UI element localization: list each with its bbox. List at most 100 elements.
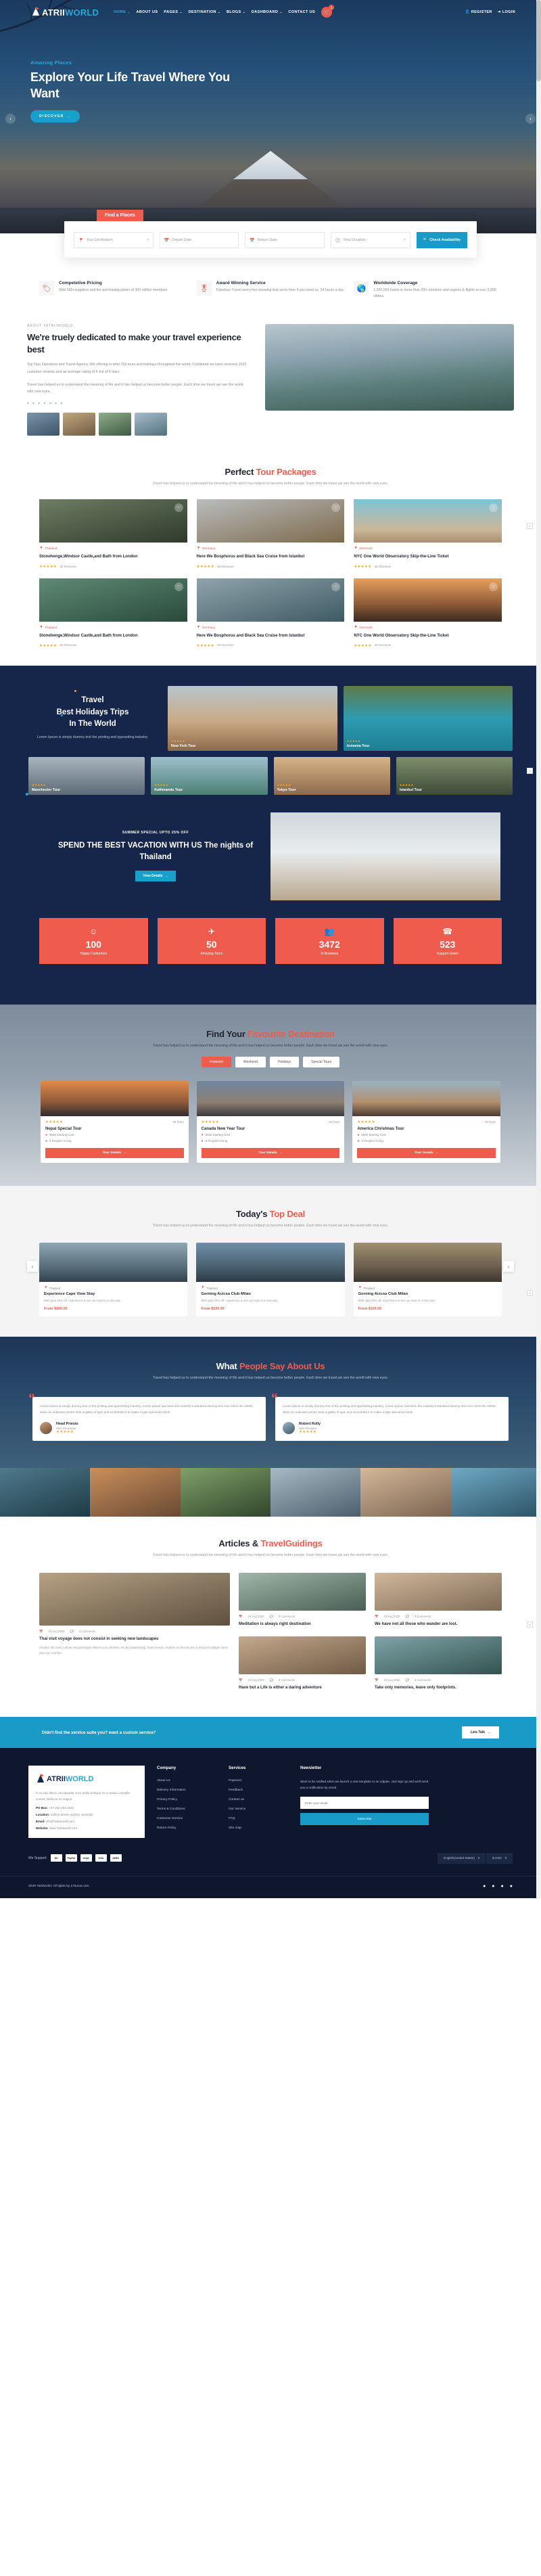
footer-link-site-map[interactable]: Site map: [229, 1826, 288, 1830]
discover-button[interactable]: DISCOVER →: [30, 110, 80, 122]
favourite-card[interactable]: ★★★★★ 06 Days Canada New Year Tour ● 8500 …: [196, 1080, 345, 1163]
side-marker[interactable]: 4: [527, 1622, 533, 1628]
gallery-image[interactable]: [0, 1467, 91, 1517]
blog-post-featured[interactable]: 📅 20 Aug 2020 💬 3 Comments Thai visit voyag…: [39, 1572, 230, 1692]
holiday-card-small[interactable]: ★★★★★ Istanbul Tour: [396, 756, 513, 795]
destination-input[interactable]: 📍 Your Destination ▾: [74, 232, 154, 248]
side-marker[interactable]: 1: [527, 523, 533, 529]
about-thumb[interactable]: [63, 412, 95, 436]
heart-icon[interactable]: ♡: [331, 582, 341, 592]
language-select[interactable]: English(United States) ▾: [438, 1852, 486, 1864]
tab-weekend[interactable]: Weekend: [235, 1056, 266, 1067]
heart-icon[interactable]: ♡: [174, 503, 183, 513]
scrollbar-thumb[interactable]: [536, 0, 541, 81]
cart-icon[interactable]: 🛒 1: [321, 5, 335, 18]
favourite-card[interactable]: ★★★★★ 08 Days Nepal Special Tour ● 8500 St…: [41, 1080, 189, 1163]
blog-post[interactable]: 📅 20 Aug 2020 💬 3 Comments Have but a Life …: [239, 1636, 366, 1691]
gallery-image[interactable]: [270, 1467, 361, 1517]
newsletter-subscribe-button[interactable]: Subscribe: [300, 1813, 429, 1826]
footer-link-customer-service[interactable]: Customer Service: [157, 1817, 216, 1820]
deal-card[interactable]: 📍 Thailand Gorning Acicsa Club Milan With…: [196, 1243, 345, 1316]
package-card[interactable]: ♡ 📍 Germany Here We Bosphorus and Black S…: [196, 578, 345, 648]
blog-post[interactable]: 📅 20 Aug 2020 💬 3 Comments Meditation is al…: [239, 1572, 366, 1628]
gallery-image[interactable]: [450, 1467, 541, 1517]
tour-details-button[interactable]: Tour Details →: [201, 1147, 340, 1158]
footer-link-about-us[interactable]: About Us: [157, 1779, 216, 1782]
tour-details-button[interactable]: Tour Details →: [45, 1147, 184, 1158]
nav-item-dashboard[interactable]: DASHBOARD ⌄: [252, 10, 283, 14]
footer-logo[interactable]: ATRIIWORLD: [36, 1774, 137, 1785]
search-bar: Find a Places 📍 Your Destination ▾ 📅 Depa…: [64, 210, 477, 258]
blog-post[interactable]: 📅 20 Aug 2020 💬 3 Comments We have not all …: [375, 1572, 502, 1628]
nav-item-pages[interactable]: PAGES ⌄: [164, 10, 182, 14]
holiday-card[interactable]: ★★★★★ Armenia Tour: [343, 685, 513, 751]
tour-details-button[interactable]: Tour Details →: [357, 1147, 496, 1158]
tab-holidays[interactable]: Holidays: [269, 1056, 300, 1067]
tab-featured[interactable]: Featured: [201, 1056, 231, 1067]
package-card[interactable]: ♡ 📍 Denmark NYC One World Observatory Ski…: [354, 499, 502, 570]
instagram-icon[interactable]: ●: [501, 1884, 504, 1889]
side-marker[interactable]: 3: [527, 1290, 533, 1296]
facebook-icon[interactable]: ●: [483, 1884, 486, 1889]
deals-next-arrow[interactable]: ›: [503, 1261, 514, 1272]
deals-prev-arrow[interactable]: ‹: [27, 1261, 38, 1272]
lets-talk-button[interactable]: Lets Talk →: [461, 1726, 499, 1739]
blog-post-title: Thai visit voyage does not consist in se…: [39, 1636, 159, 1641]
check-availability-button[interactable]: 🔍 Check Availability: [416, 232, 468, 248]
footer-link-delivery-information[interactable]: Delivery Information: [157, 1789, 216, 1792]
nav-item-about-us[interactable]: ABOUT US: [136, 10, 158, 14]
holiday-card-small[interactable]: ★★★★★ Manchester Tour: [28, 756, 145, 795]
gallery-image[interactable]: [180, 1467, 270, 1517]
hero-prev-arrow[interactable]: ‹: [5, 114, 16, 124]
depart-date-input[interactable]: 📅 Depart Date: [159, 232, 239, 248]
footer-link-feedback[interactable]: Feedback: [229, 1789, 288, 1792]
footer-link-payment[interactable]: Payment: [229, 1779, 288, 1782]
package-card[interactable]: ♡ 📍 Denmark NYC One World Observatory Ski…: [354, 578, 502, 648]
find-places-tab[interactable]: Find a Places: [97, 210, 143, 221]
scrollbar-track[interactable]: [536, 0, 541, 1898]
holiday-card-small[interactable]: ★★★★★ Tokyo Tour: [273, 756, 390, 795]
holiday-card[interactable]: ★★★★★ New York Tour: [168, 685, 337, 751]
tab-special-tours[interactable]: Special Tours: [303, 1056, 340, 1067]
gallery-image[interactable]: [360, 1467, 451, 1517]
package-card[interactable]: ♡ 📍 Germany Here We Bosphorus and Black S…: [196, 499, 345, 570]
side-marker[interactable]: 2: [527, 768, 533, 774]
favourite-card[interactable]: ★★★★★ 05 Days America Christmas Tour ● 850…: [352, 1080, 500, 1163]
linkedin-icon[interactable]: ●: [510, 1884, 513, 1889]
footer-link-terms-conditions[interactable]: Terms & Conditions: [157, 1808, 216, 1811]
deal-card[interactable]: 📍 Thailand Experience Cape View Stay With…: [39, 1243, 188, 1316]
heart-icon[interactable]: ♡: [331, 503, 341, 513]
deal-card[interactable]: 📍 Thailand Gorning Acicsa Club Milan With…: [353, 1243, 502, 1316]
return-date-input[interactable]: 📅 Return Date: [245, 232, 325, 248]
footer-link-contact-us[interactable]: Contact us: [229, 1798, 288, 1801]
nav-item-home[interactable]: HOME ⌄: [114, 10, 130, 14]
heart-icon[interactable]: ♡: [489, 503, 498, 513]
nav-item-contact-us[interactable]: CONTACT US: [288, 10, 315, 14]
login-link[interactable]: ⇥ LOGIN: [498, 10, 515, 14]
heart-icon[interactable]: ♡: [174, 582, 183, 592]
hero-next-arrow[interactable]: ›: [525, 114, 536, 124]
twitter-icon[interactable]: ●: [492, 1884, 494, 1889]
package-card[interactable]: ♡ 📍 Thailand Stonehenge,Windsor Castle,an…: [39, 499, 187, 570]
duration-input[interactable]: 🕐 Total Duration ▾: [330, 232, 410, 248]
package-card[interactable]: ♡ 📍 Thailand Stonehenge,Windsor Castle,an…: [39, 578, 187, 648]
nav-item-destination[interactable]: DESTINATION ⌄: [188, 10, 220, 14]
footer-link-return-policy[interactable]: Return Policy: [157, 1826, 216, 1830]
site-logo[interactable]: ATRIIWORLD: [31, 7, 99, 18]
about-thumb[interactable]: [99, 412, 131, 436]
footer-link-privacy-policy[interactable]: Privacy Policy: [157, 1798, 216, 1801]
package-name: Here We Bosphorus and Black Sea Cruise f…: [196, 634, 305, 639]
footer-link-our-service[interactable]: Our Service: [229, 1808, 288, 1811]
gallery-image[interactable]: [90, 1467, 181, 1517]
blog-post[interactable]: 📅 20 Aug 2020 💬 3 Comments Take only memori…: [375, 1636, 502, 1691]
footer-link-faq[interactable]: FAQ: [229, 1817, 288, 1820]
about-thumb[interactable]: [27, 412, 60, 436]
heart-icon[interactable]: ♡: [489, 582, 498, 592]
holiday-card-small[interactable]: ★★★★★ Kathmandu Tour: [151, 756, 268, 795]
nav-item-blogs[interactable]: BLOGS ⌄: [227, 10, 245, 14]
currency-select[interactable]: $ USD ▾: [486, 1852, 513, 1864]
view-details-button[interactable]: View Details →: [135, 871, 176, 882]
about-thumb[interactable]: [135, 412, 167, 436]
newsletter-email-input[interactable]: [300, 1797, 429, 1810]
register-link[interactable]: 👤 REGISTER: [465, 10, 492, 14]
